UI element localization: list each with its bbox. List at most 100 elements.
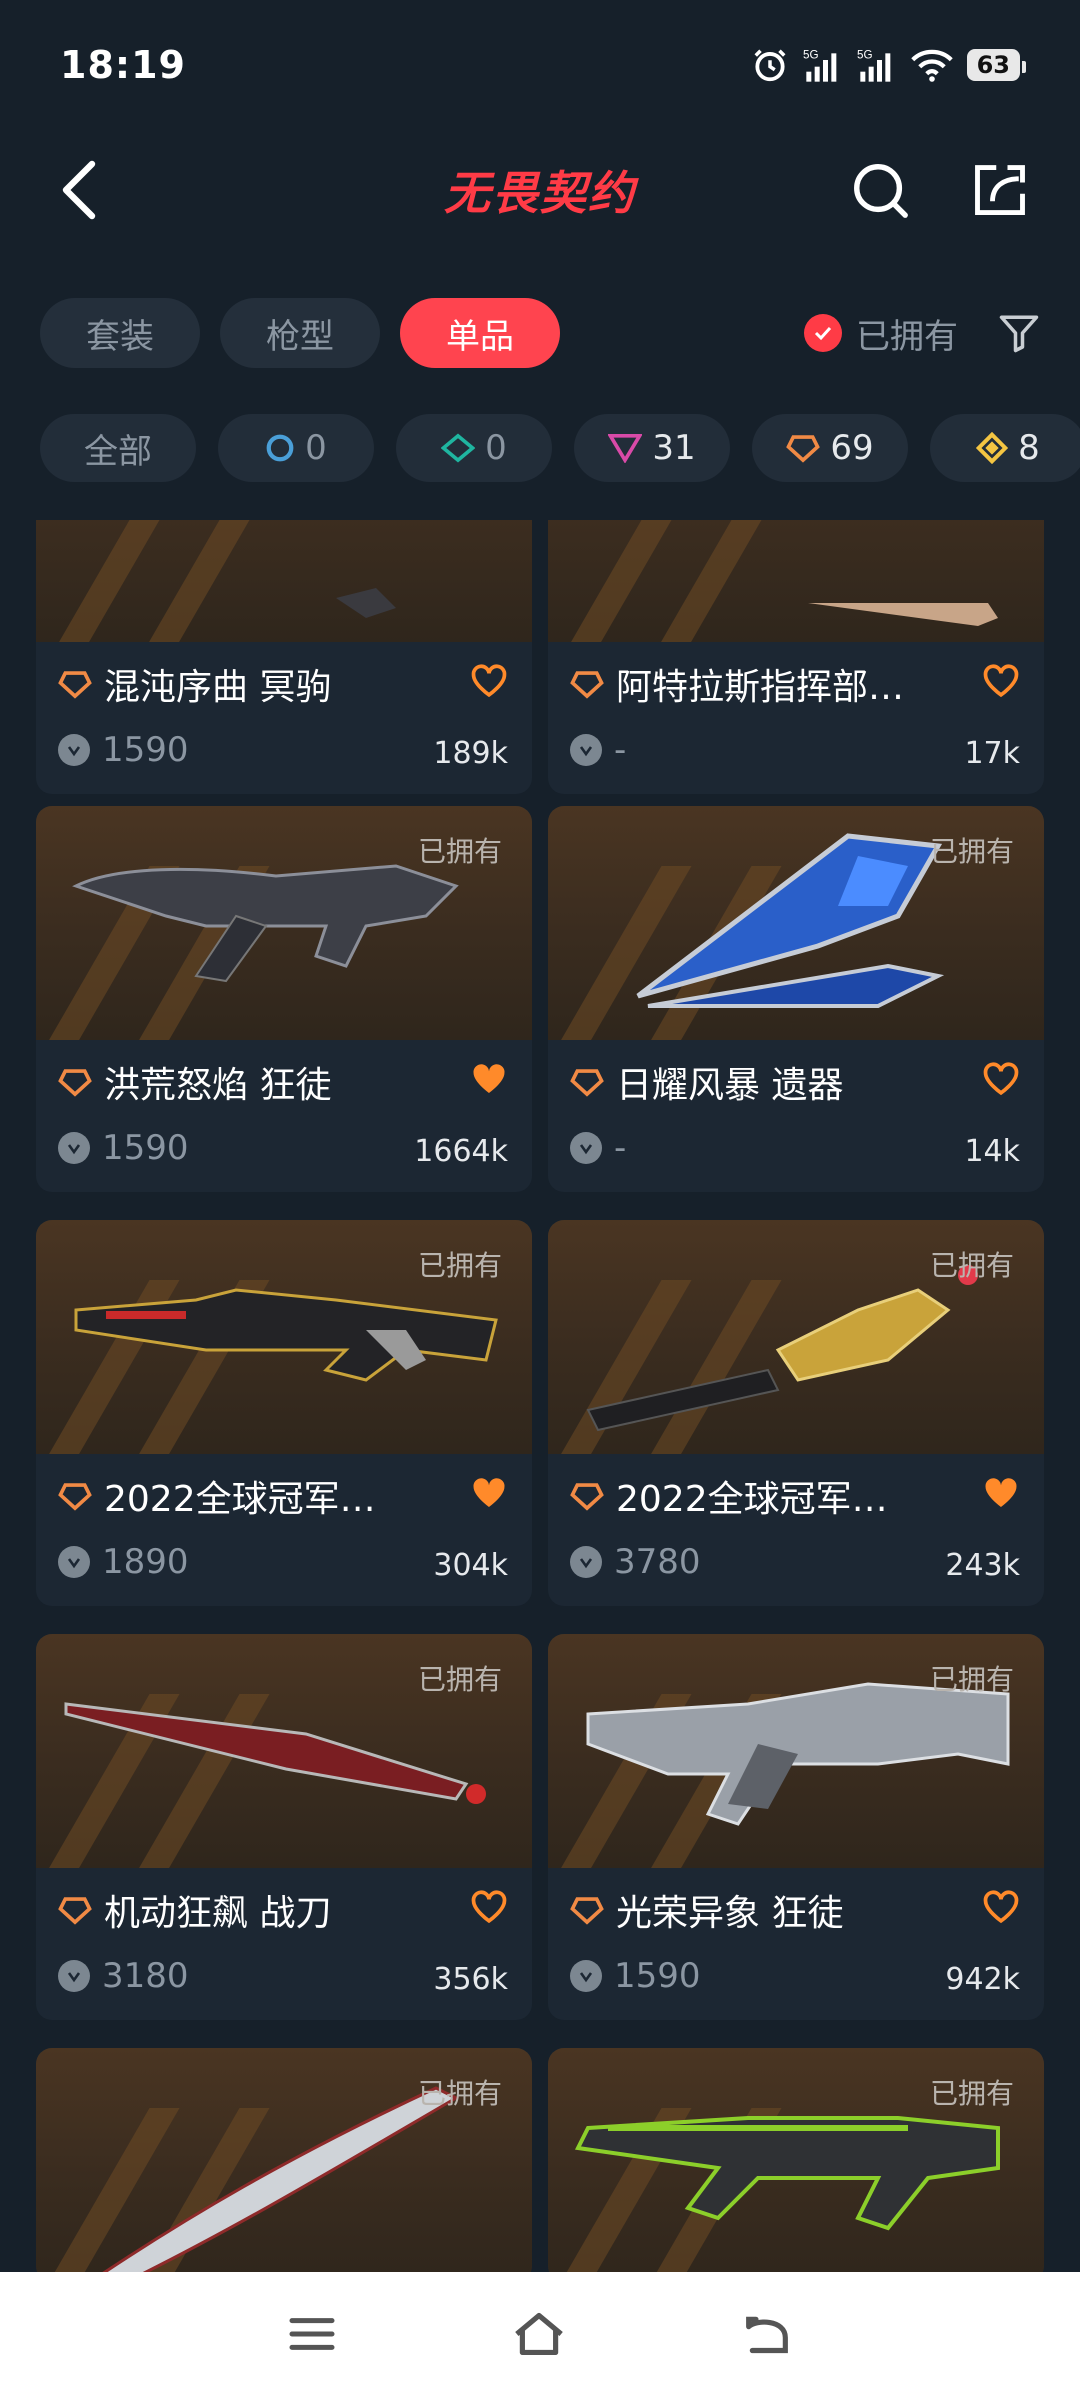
item-card[interactable]: 已拥有 2022全球冠军… 3780 243k	[548, 1220, 1044, 1606]
tab-bundles[interactable]: 套装	[40, 298, 200, 368]
item-price: 1590	[614, 1956, 701, 1996]
deluxe-tier-icon	[441, 433, 476, 463]
heart-filled-icon	[985, 1478, 1017, 1507]
like-count: 17k	[964, 736, 1020, 771]
item-price: -	[614, 1128, 627, 1168]
item-card[interactable]: 已拥有 日耀风暴 遗器 - 14k	[548, 806, 1044, 1192]
item-image: 已拥有	[36, 1220, 532, 1454]
like-count: 356k	[433, 1962, 508, 1997]
item-card[interactable]: 已拥有 光荣异象 狂徒 1590 942k	[548, 1634, 1044, 2020]
like-count: 189k	[433, 736, 508, 771]
back-arrow-icon	[62, 160, 96, 220]
item-card[interactable]: 已拥有 机动狂飙 战刀 3180 356k	[36, 1634, 532, 2020]
favorite-button[interactable]	[982, 1890, 1020, 1928]
heart-outline-icon	[471, 1890, 507, 1924]
valorant-points-icon	[58, 1960, 90, 1992]
filter-button[interactable]	[998, 312, 1040, 354]
chip-ultra-tier[interactable]: 8	[930, 414, 1080, 482]
item-name: 混沌序曲 冥驹	[104, 667, 332, 708]
owned-tag: 已拥有	[929, 1249, 1014, 1282]
chip-select-tier[interactable]: 0	[218, 414, 374, 482]
chip-count: 0	[305, 428, 327, 468]
chip-premium-tier[interactable]: 31	[574, 414, 730, 482]
chip-all-label: 全部	[84, 431, 152, 472]
alarm-icon	[754, 49, 786, 82]
item-price: 3780	[614, 1542, 701, 1582]
owned-toggle-label: 已拥有	[856, 316, 958, 357]
valorant-points-icon	[570, 734, 602, 766]
owned-tag: 已拥有	[929, 2077, 1014, 2110]
chip-count: 31	[652, 428, 696, 468]
heart-outline-icon	[471, 664, 507, 698]
favorite-button[interactable]	[470, 664, 508, 702]
back-button[interactable]	[40, 150, 120, 230]
premium-tier-icon	[608, 434, 643, 463]
exclusive-tier-icon	[58, 1069, 92, 1097]
search-button[interactable]	[840, 150, 920, 230]
exclusive-tier-icon	[570, 671, 604, 699]
item-card[interactable]: 已拥有	[36, 2048, 532, 2272]
item-image: 已拥有	[548, 806, 1044, 1040]
item-price: 1890	[102, 1542, 189, 1582]
item-name: 机动狂飙 战刀	[104, 1893, 332, 1934]
like-count: 243k	[945, 1548, 1020, 1583]
back-nav-button[interactable]	[741, 2312, 793, 2360]
status-time: 18:19	[60, 43, 186, 87]
header-actions	[840, 150, 1040, 230]
item-card[interactable]: 已拥有 洪荒怒焰 狂徒 1590 1664k	[36, 806, 532, 1192]
wifi-icon	[910, 49, 953, 82]
tab-weapon-type[interactable]: 枪型	[220, 298, 380, 368]
like-count: 942k	[945, 1962, 1020, 1997]
item-card[interactable]: 已拥有	[548, 2048, 1044, 2272]
item-card[interactable]: 阿特拉斯指挥部… - 17k	[548, 520, 1044, 794]
home-button[interactable]	[511, 2310, 567, 2362]
heart-filled-icon	[473, 1064, 505, 1093]
item-card[interactable]: 混沌序曲 冥驹 1590 189k	[36, 520, 532, 794]
owned-tag: 已拥有	[929, 835, 1014, 868]
signal-icon-2: 5G	[857, 48, 890, 82]
item-image: 已拥有	[548, 1220, 1044, 1454]
system-navigation-bar	[0, 2272, 1080, 2400]
category-tabs: 套装 枪型 单品 已拥有	[0, 296, 1080, 370]
tab-single-items[interactable]: 单品	[400, 298, 560, 368]
favorite-button[interactable]	[982, 1476, 1020, 1514]
favorite-button[interactable]	[470, 1062, 508, 1100]
chip-exclusive-tier[interactable]: 69	[752, 414, 908, 482]
favorite-button[interactable]	[982, 1062, 1020, 1100]
exclusive-tier-icon	[58, 1483, 92, 1511]
valorant-points-icon	[58, 1132, 90, 1164]
valorant-points-icon	[570, 1546, 602, 1578]
item-price: 1590	[102, 730, 189, 770]
owned-tag: 已拥有	[929, 1663, 1014, 1696]
favorite-button[interactable]	[470, 1890, 508, 1928]
exclusive-tier-icon	[786, 435, 821, 463]
item-image: 已拥有	[548, 2048, 1044, 2272]
battery-indicator: 63	[966, 49, 1027, 81]
return-icon	[746, 2316, 788, 2354]
valorant-points-icon	[58, 1546, 90, 1578]
exclusive-tier-icon	[570, 1483, 604, 1511]
owned-tag: 已拥有	[417, 1249, 502, 1282]
item-image: 已拥有	[36, 806, 532, 1040]
search-icon	[854, 164, 908, 218]
menu-button[interactable]	[287, 2314, 337, 2358]
exclusive-tier-icon	[570, 1069, 604, 1097]
item-price: 1590	[102, 1128, 189, 1168]
favorite-button[interactable]	[470, 1476, 508, 1514]
owned-toggle[interactable]: 已拥有	[804, 309, 958, 358]
ultra-tier-icon	[976, 432, 1009, 464]
share-button[interactable]	[960, 150, 1040, 230]
chip-deluxe-tier[interactable]: 0	[396, 414, 552, 482]
owned-tag: 已拥有	[417, 2077, 502, 2110]
like-count: 14k	[964, 1134, 1020, 1169]
heart-filled-icon	[473, 1478, 505, 1507]
select-tier-icon	[266, 434, 294, 462]
item-card[interactable]: 已拥有 2022全球冠军… 1890 304k	[36, 1220, 532, 1606]
home-icon	[515, 2312, 563, 2356]
item-image	[548, 520, 1044, 642]
chip-all[interactable]: 全部	[40, 414, 196, 482]
valorant-points-icon	[570, 1960, 602, 1992]
favorite-button[interactable]	[982, 664, 1020, 702]
item-name: 日耀风暴 遗器	[616, 1065, 844, 1106]
heart-outline-icon	[983, 1062, 1019, 1096]
